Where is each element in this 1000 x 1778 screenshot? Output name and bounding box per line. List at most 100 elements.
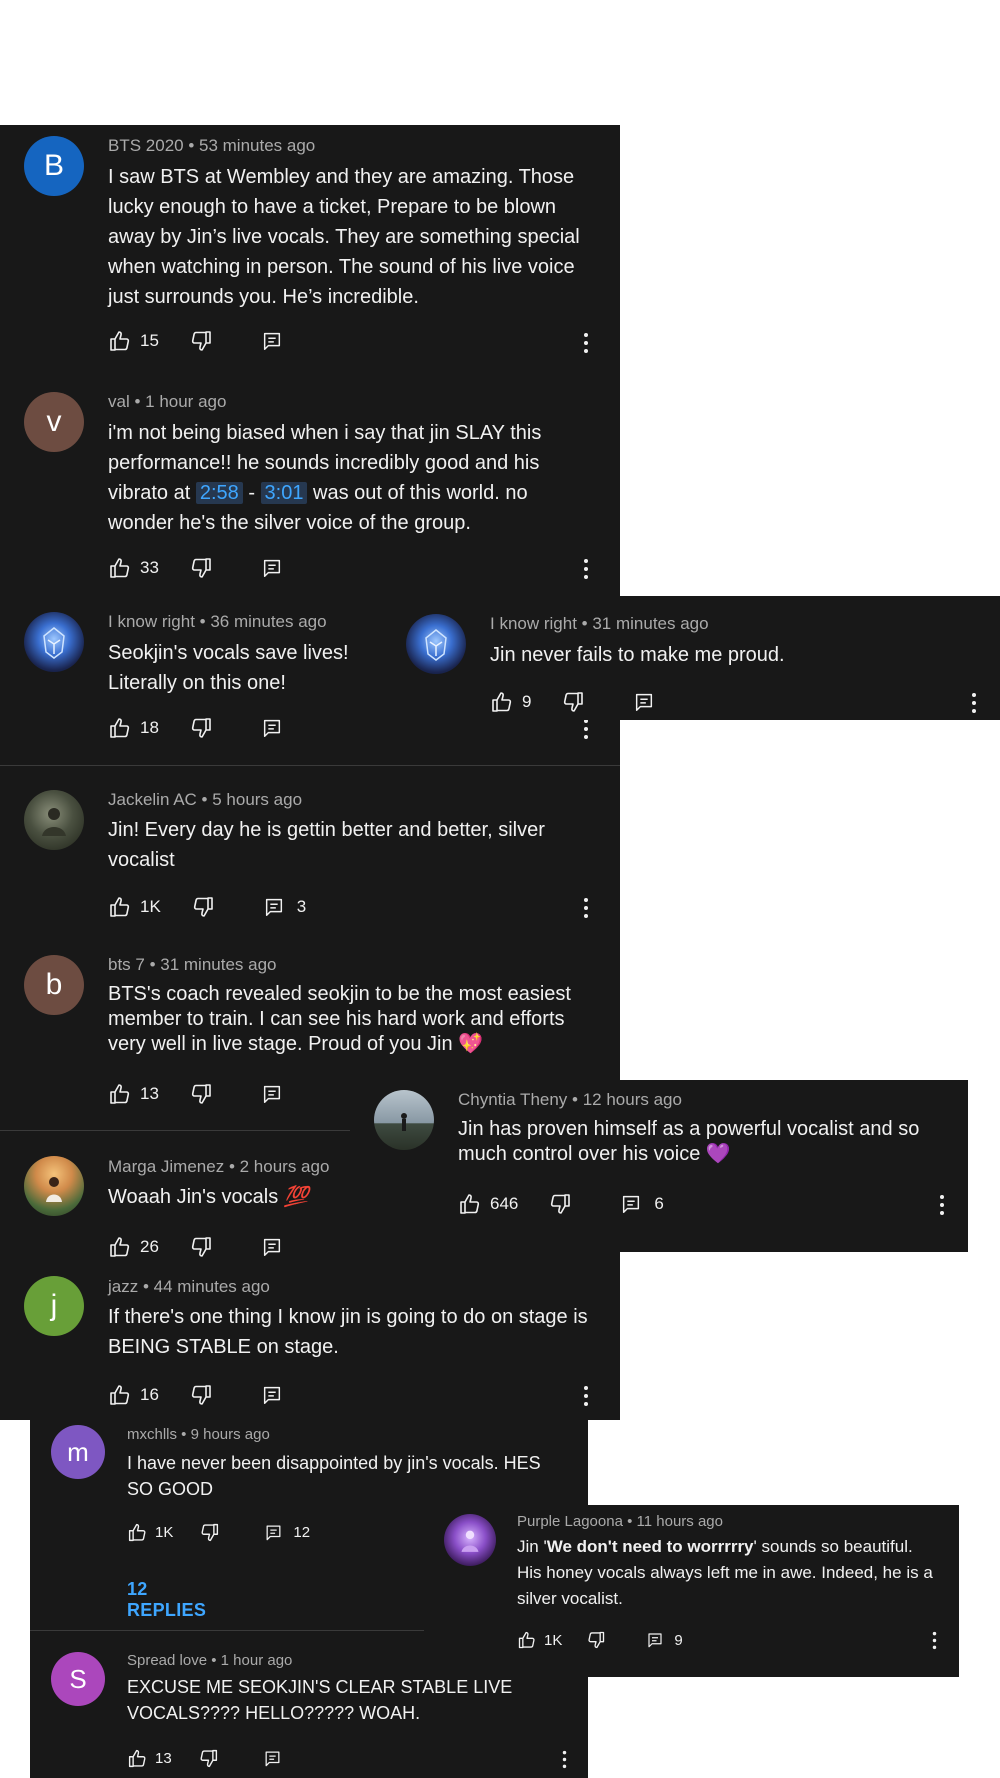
timestamp[interactable]: 1 hour ago bbox=[145, 392, 226, 411]
avatar[interactable] bbox=[24, 1156, 84, 1216]
like-button[interactable]: 1K bbox=[127, 1522, 173, 1543]
author-name[interactable]: I know right bbox=[108, 612, 195, 631]
author-name[interactable]: bts 7 bbox=[108, 955, 145, 974]
more-vert-icon[interactable] bbox=[582, 718, 590, 740]
reply-button[interactable]: 9 bbox=[646, 1631, 683, 1649]
dislike-button[interactable] bbox=[189, 1235, 213, 1259]
timestamp[interactable]: 2 hours ago bbox=[240, 1157, 330, 1176]
like-button[interactable]: 9 bbox=[490, 690, 531, 714]
dislike-button[interactable] bbox=[189, 1383, 213, 1407]
like-button[interactable]: 13 bbox=[108, 1082, 159, 1106]
dislike-button[interactable] bbox=[189, 556, 213, 580]
dislike-button[interactable] bbox=[199, 1522, 220, 1543]
avatar[interactable]: m bbox=[51, 1425, 105, 1479]
comment-text: EXCUSE ME SEOKJIN'S CLEAR STABLE LIVE VO… bbox=[127, 1677, 513, 1723]
reply-button[interactable] bbox=[261, 557, 283, 579]
timestamp[interactable]: 11 hours ago bbox=[637, 1513, 723, 1530]
avatar[interactable] bbox=[374, 1090, 434, 1150]
comment-meta: mxchlls • 9 hours ago bbox=[127, 1426, 270, 1443]
author-name[interactable]: mxchlls bbox=[127, 1426, 177, 1443]
more-vert-icon[interactable] bbox=[582, 558, 590, 580]
dislike-icon bbox=[588, 1631, 605, 1649]
dislike-icon bbox=[191, 1385, 211, 1405]
timestamp-link[interactable]: 2:58 bbox=[195, 482, 243, 504]
author-name[interactable]: val bbox=[108, 392, 130, 411]
reply-button[interactable] bbox=[261, 717, 283, 739]
more-vert-icon[interactable] bbox=[970, 692, 978, 714]
avatar[interactable] bbox=[24, 790, 84, 850]
author-name[interactable]: Marga Jimenez bbox=[108, 1157, 224, 1176]
avatar[interactable]: j bbox=[24, 1276, 84, 1336]
like-button[interactable]: 1K bbox=[517, 1630, 562, 1650]
author-name[interactable]: BTS 2020 bbox=[108, 136, 184, 155]
avatar[interactable]: S bbox=[51, 1652, 105, 1706]
view-replies-link[interactable]: 12 REPLIES bbox=[127, 1579, 206, 1621]
comment-meta: I know right • 31 minutes ago bbox=[490, 614, 709, 634]
meta-separator: • bbox=[224, 1157, 240, 1176]
timestamp[interactable]: 44 minutes ago bbox=[154, 1277, 270, 1296]
like-button[interactable]: 1K bbox=[108, 895, 161, 919]
timestamp[interactable]: 31 minutes ago bbox=[592, 614, 708, 633]
dislike-button[interactable] bbox=[189, 716, 213, 740]
avatar[interactable]: b bbox=[24, 955, 84, 1015]
more-vert-icon[interactable] bbox=[561, 1750, 568, 1769]
dislike-button[interactable] bbox=[548, 1192, 572, 1216]
reply-button[interactable]: 3 bbox=[263, 896, 306, 918]
reply-button[interactable]: 6 bbox=[620, 1193, 664, 1215]
reply-button[interactable] bbox=[263, 1749, 282, 1768]
reply-button[interactable] bbox=[261, 330, 283, 352]
reply-button[interactable] bbox=[633, 691, 655, 713]
comment-meta: bts 7 • 31 minutes ago bbox=[108, 955, 277, 975]
avatar[interactable]: B bbox=[24, 136, 84, 196]
comment-actions: 16 bbox=[108, 1383, 283, 1407]
more-vert-icon[interactable] bbox=[938, 1194, 946, 1216]
reply-icon bbox=[263, 559, 280, 577]
timestamp[interactable]: 5 hours ago bbox=[212, 790, 302, 809]
dislike-button[interactable] bbox=[189, 329, 213, 353]
timestamp[interactable]: 36 minutes ago bbox=[210, 612, 326, 631]
avatar[interactable] bbox=[24, 612, 84, 672]
avatar[interactable] bbox=[444, 1514, 496, 1566]
author-name[interactable]: I know right bbox=[490, 614, 577, 633]
more-vert-icon[interactable] bbox=[582, 897, 590, 919]
more-vert-icon[interactable] bbox=[582, 1385, 590, 1407]
author-name[interactable]: Jackelin AC bbox=[108, 790, 197, 809]
timestamp[interactable]: 1 hour ago bbox=[221, 1652, 293, 1669]
like-button[interactable]: 13 bbox=[127, 1748, 172, 1769]
author-name[interactable]: jazz bbox=[108, 1277, 138, 1296]
timestamp[interactable]: 9 hours ago bbox=[191, 1426, 270, 1443]
like-button[interactable]: 18 bbox=[108, 716, 159, 740]
author-name[interactable]: Chyntia Theny bbox=[458, 1090, 567, 1109]
like-button[interactable]: 646 bbox=[458, 1192, 518, 1216]
reply-button[interactable] bbox=[261, 1236, 283, 1258]
author-name[interactable]: Purple Lagoona bbox=[517, 1513, 623, 1530]
like-button[interactable]: 15 bbox=[108, 329, 159, 353]
like-count: 18 bbox=[140, 718, 159, 737]
dislike-button[interactable] bbox=[189, 1082, 213, 1106]
reply-button[interactable] bbox=[261, 1083, 283, 1105]
timestamp[interactable]: 12 hours ago bbox=[583, 1090, 682, 1109]
avatar-initial: b bbox=[45, 968, 63, 1001]
meta-separator: • bbox=[138, 1277, 154, 1296]
dislike-button[interactable] bbox=[198, 1748, 219, 1769]
more-vert-icon[interactable] bbox=[931, 1631, 938, 1650]
dislike-icon bbox=[193, 897, 213, 917]
like-button[interactable]: 26 bbox=[108, 1235, 159, 1259]
like-button[interactable]: 33 bbox=[108, 556, 159, 580]
reply-button[interactable] bbox=[261, 1384, 283, 1406]
timestamp-link[interactable]: 3:01 bbox=[260, 482, 308, 504]
timestamp[interactable]: 53 minutes ago bbox=[199, 136, 315, 155]
like-icon bbox=[110, 1385, 130, 1405]
avatar[interactable] bbox=[406, 614, 466, 674]
like-count: 26 bbox=[140, 1237, 159, 1256]
dislike-button[interactable] bbox=[191, 895, 215, 919]
avatar[interactable]: v bbox=[24, 392, 84, 452]
like-button[interactable]: 16 bbox=[108, 1383, 159, 1407]
dislike-icon bbox=[191, 558, 211, 578]
dislike-button[interactable] bbox=[586, 1630, 606, 1650]
dislike-button[interactable] bbox=[561, 690, 585, 714]
timestamp[interactable]: 31 minutes ago bbox=[160, 955, 276, 974]
more-vert-icon[interactable] bbox=[582, 332, 590, 354]
reply-button[interactable]: 12 bbox=[264, 1523, 310, 1542]
author-name[interactable]: Spread love bbox=[127, 1652, 207, 1669]
